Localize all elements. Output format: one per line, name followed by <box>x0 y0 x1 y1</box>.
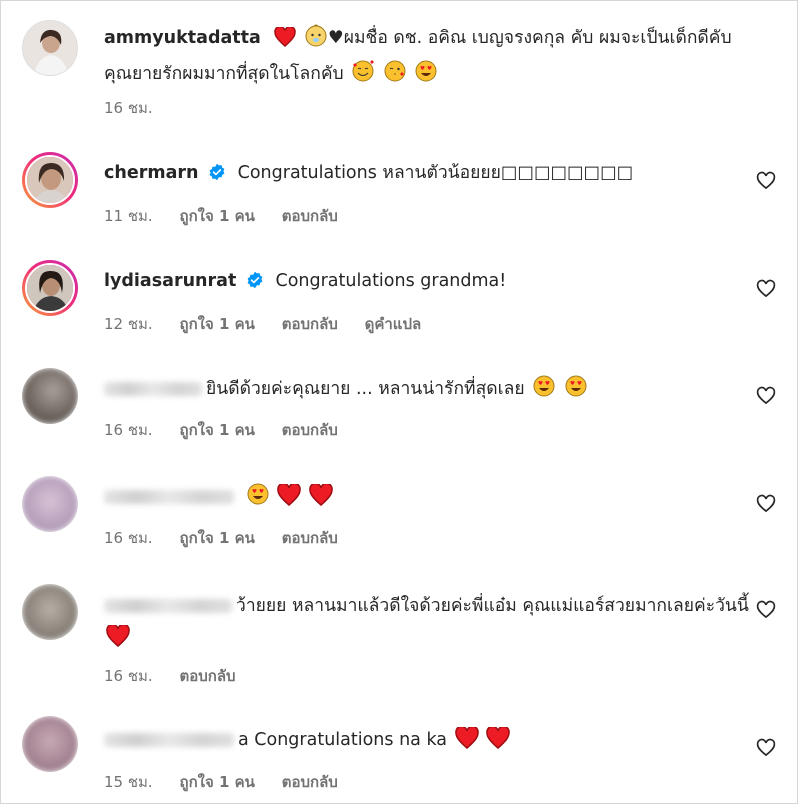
avatar-image <box>23 21 77 75</box>
comment-body: ammyuktadatta ♥ผมชื่อ ดช. อคิณ เบญจรงคกุ… <box>104 22 754 94</box>
comment-text: Congratulations grandma! <box>275 271 507 291</box>
avatar[interactable] <box>22 476 78 532</box>
like-heart-icon[interactable] <box>756 386 776 406</box>
see-translation-link[interactable]: ดูคำแปล <box>365 315 422 333</box>
avatar[interactable] <box>22 152 78 208</box>
reply-link[interactable]: ตอบกลับ <box>282 315 338 333</box>
comment-meta: 11 ชม. ถูกใจ 1 คน ตอบกลับ <box>104 204 360 228</box>
baby-face-emoji-icon <box>304 23 328 58</box>
comment-text: a Congratulations na ka <box>238 730 448 750</box>
comment-text: ว้ายยย หลานมาแล้วดีใจด้วยค่ะพี่แอ๋ม คุณแ… <box>236 596 749 616</box>
avatar[interactable] <box>22 368 78 424</box>
avatar[interactable] <box>22 260 78 316</box>
verified-badge-icon <box>209 163 225 181</box>
comment-meta: 16 ชม. <box>104 96 175 120</box>
like-heart-icon[interactable] <box>756 171 776 191</box>
reply-link[interactable]: ตอบกลับ <box>282 529 338 547</box>
likes-count-link[interactable]: ถูกใจ 1 คน <box>179 207 254 225</box>
comment-body: ยินดีด้วยค่ะคุณยาย ... หลานน่ารักที่สุดเ… <box>104 373 754 409</box>
comment-body: a Congratulations na ka <box>104 724 754 760</box>
comment-username[interactable]: ammyuktadatta <box>104 28 261 48</box>
heart-eyes-emoji-icon <box>414 59 438 94</box>
red-heart-emoji-icon <box>486 725 510 760</box>
avatar[interactable] <box>22 584 78 640</box>
comment-timestamp: 15 ชม. <box>104 773 153 791</box>
like-heart-icon[interactable] <box>756 600 776 620</box>
red-heart-emoji-icon <box>277 482 301 517</box>
comment-timestamp: 16 ชม. <box>104 421 153 439</box>
comment-meta: 16 ชม. ตอบกลับ <box>104 664 258 688</box>
reply-link[interactable]: ตอบกลับ <box>179 667 235 685</box>
heart-eyes-emoji-icon <box>532 374 556 409</box>
comment-timestamp: 16 ชม. <box>104 667 153 685</box>
comment-timestamp: 11 ชม. <box>104 207 153 225</box>
likes-count-link[interactable]: ถูกใจ 1 คน <box>179 529 254 547</box>
red-heart-emoji-icon <box>308 482 333 517</box>
comment-meta: 15 ชม. ถูกใจ 1 คน ตอบกลับ <box>104 770 360 794</box>
verified-badge-icon <box>247 271 263 289</box>
like-heart-icon[interactable] <box>756 494 776 514</box>
likes-count-link[interactable]: ถูกใจ 1 คน <box>179 773 254 791</box>
reply-link[interactable]: ตอบกลับ <box>282 207 338 225</box>
red-heart-emoji-icon <box>454 725 479 760</box>
red-heart-emoji-icon <box>106 623 130 658</box>
heart-eyes-emoji-icon <box>564 374 588 409</box>
avatar[interactable] <box>22 716 78 772</box>
comment-timestamp: 12 ชม. <box>104 315 153 333</box>
reply-link[interactable]: ตอบกลับ <box>282 421 338 439</box>
avatar[interactable] <box>22 20 78 76</box>
comment-username-blurred[interactable] <box>104 733 234 747</box>
comment-username-blurred[interactable] <box>104 490 234 504</box>
comment-username[interactable]: lydiasarunrat <box>104 271 236 291</box>
comment-body: chermarn Congratulations หลานตัวน้อยยย□□… <box>104 157 754 189</box>
likes-count-link[interactable]: ถูกใจ 1 คน <box>179 421 254 439</box>
comment-username-blurred[interactable] <box>104 382 202 396</box>
avatar-image <box>27 265 73 311</box>
comment-body: lydiasarunrat Congratulations grandma! <box>104 265 754 297</box>
comment-body <box>104 481 754 517</box>
smiling-face-with-hearts-emoji-icon <box>351 59 375 94</box>
comment-timestamp: 16 ชม. <box>104 529 153 547</box>
heart-eyes-emoji-icon <box>246 482 270 517</box>
comment-text: Congratulations หลานตัวน้อยยย□□□□□□□□ <box>237 163 634 183</box>
likes-count-link[interactable]: ถูกใจ 1 คน <box>179 315 254 333</box>
comment-username[interactable]: chermarn <box>104 163 198 183</box>
like-heart-icon[interactable] <box>756 279 776 299</box>
comment-body: ว้ายยย หลานมาแล้วดีใจด้วยค่ะพี่แอ๋ม คุณแ… <box>104 590 754 658</box>
reply-link[interactable]: ตอบกลับ <box>282 773 338 791</box>
red-heart-emoji-icon <box>274 25 297 58</box>
face-blowing-kiss-emoji-icon <box>383 59 407 94</box>
comment-meta: 16 ชม. ถูกใจ 1 คน ตอบกลับ <box>104 526 360 550</box>
comment-username-blurred[interactable] <box>104 599 232 613</box>
comment-timestamp: 16 ชม. <box>104 99 153 117</box>
avatar-image <box>27 157 73 203</box>
like-heart-icon[interactable] <box>756 738 776 758</box>
comment-meta: 16 ชม. ถูกใจ 1 คน ตอบกลับ <box>104 418 360 442</box>
comment-text: ยินดีด้วยค่ะคุณยาย ... หลานน่ารักที่สุดเ… <box>206 379 525 399</box>
comment-meta: 12 ชม. ถูกใจ 1 คน ตอบกลับ ดูคำแปล <box>104 312 443 336</box>
